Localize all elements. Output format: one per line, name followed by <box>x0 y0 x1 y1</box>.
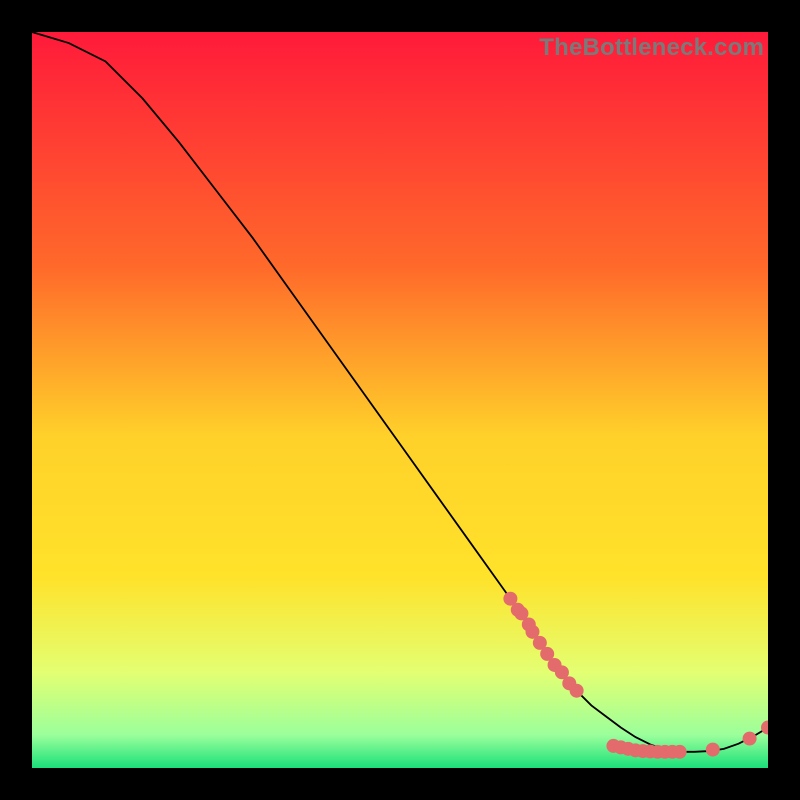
data-markers <box>503 592 768 759</box>
plot-area: TheBottleneck.com <box>32 32 768 768</box>
chart-root: TheBottleneck.com <box>0 0 800 800</box>
data-marker <box>706 743 720 757</box>
data-marker <box>761 721 768 735</box>
data-marker <box>743 732 757 746</box>
data-marker <box>673 745 687 759</box>
watermark-text: TheBottleneck.com <box>539 34 764 62</box>
overlay-svg <box>32 32 768 768</box>
data-marker <box>570 684 584 698</box>
bottleneck-curve <box>32 32 768 752</box>
